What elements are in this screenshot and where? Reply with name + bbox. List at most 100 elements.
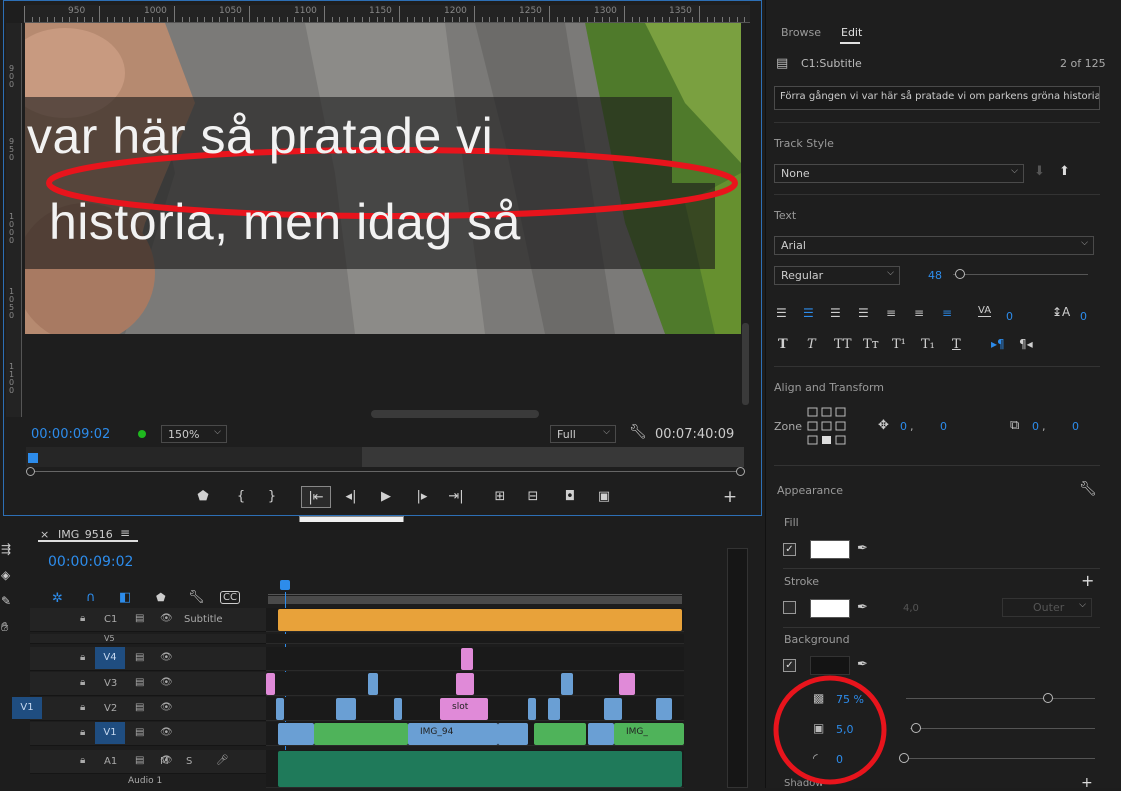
plus-icon[interactable]: + — [719, 486, 741, 508]
bg-corner-slider-knob[interactable] — [899, 753, 909, 763]
track-row-v2[interactable]: slot — [266, 697, 684, 721]
add-shadow-icon[interactable]: + — [1081, 775, 1093, 791]
tracking-value[interactable]: 0 — [1006, 310, 1013, 323]
align-center-icon[interactable]: ☰ — [803, 306, 814, 320]
clip[interactable] — [528, 698, 536, 720]
wrench-icon[interactable]: 🔧︎ — [188, 590, 205, 605]
play-icon[interactable]: ▶ — [375, 486, 397, 508]
camera-icon[interactable]: ◘ — [559, 486, 581, 508]
track-header-v4[interactable]: 🔒︎ V4 ▤ 👁︎ — [30, 647, 266, 671]
justify-icon[interactable]: ☰ — [858, 306, 869, 320]
zoom-handle-right[interactable] — [736, 467, 745, 476]
snap-icon[interactable]: ∩ — [86, 590, 96, 605]
zone-grid-icon[interactable] — [807, 407, 847, 447]
clip[interactable] — [394, 698, 402, 720]
track-row-v5[interactable] — [266, 634, 684, 644]
eye-icon[interactable]: 👁︎ — [160, 677, 173, 688]
source-patch-v1[interactable]: V1 — [12, 697, 42, 719]
zoom-dropdown[interactable]: 150% ⌵ — [161, 425, 227, 443]
lift-icon[interactable]: ⊞ — [489, 486, 511, 508]
track-style-dropdown[interactable]: None ⌵ — [774, 164, 1024, 183]
track-header-v3[interactable]: 🔒︎ V3 ▤ 👁︎ — [30, 672, 266, 696]
timeline-timecode[interactable]: 00:00:09:02 — [48, 554, 133, 570]
linked-selection-icon[interactable]: ◧ — [119, 590, 131, 605]
position-x[interactable]: 0 — [900, 420, 907, 433]
hand-icon[interactable]: ✋︎ — [1, 620, 8, 635]
quality-dropdown[interactable]: Full ⌵ — [550, 425, 616, 443]
superscript-icon[interactable]: T¹ — [892, 337, 906, 352]
captions-icon[interactable]: CC — [220, 591, 240, 604]
font-size-value[interactable]: 48 — [928, 269, 942, 282]
track-header-v5[interactable]: V5 — [30, 634, 266, 644]
align-middle-icon[interactable]: ≡ — [914, 306, 924, 320]
tab-edit[interactable]: Edit — [841, 26, 862, 39]
underline-icon[interactable]: T — [952, 337, 961, 352]
eye-icon[interactable]: 👁︎ — [160, 702, 173, 713]
ltr-icon[interactable]: ▸¶ — [991, 337, 1005, 351]
eyedropper-icon[interactable]: ✒︎ — [857, 600, 868, 615]
clip[interactable] — [266, 673, 275, 695]
add-stroke-icon[interactable]: + — [1081, 571, 1094, 590]
scale-x[interactable]: 0 — [1032, 420, 1039, 433]
wrench-icon[interactable]: 🔧︎ — [629, 424, 647, 440]
toggle-output-icon[interactable]: ▤ — [135, 727, 144, 738]
bg-corner-slider-track[interactable] — [904, 758, 1095, 759]
pen-icon[interactable]: ✎ — [1, 594, 11, 608]
toggle-output-icon[interactable]: ▤ — [135, 677, 144, 688]
stroke-checkbox[interactable] — [783, 601, 796, 614]
lock-icon[interactable]: 🔒︎ — [80, 702, 85, 713]
playhead-timecode[interactable]: 00:00:09:02 — [31, 427, 110, 442]
clip[interactable] — [456, 673, 474, 695]
zoom-handle-left[interactable] — [26, 467, 35, 476]
track-label-a1[interactable]: A1 — [104, 756, 117, 767]
go-to-in-icon[interactable]: |⇤ — [301, 486, 331, 508]
clip[interactable] — [278, 609, 682, 631]
lock-icon[interactable]: 🔒︎ — [80, 613, 85, 624]
step-back-icon[interactable]: ◂| — [340, 486, 362, 508]
nest-icon[interactable]: ✲ — [52, 591, 63, 606]
italic-icon[interactable]: T — [807, 337, 816, 352]
font-family-dropdown[interactable]: Arial ⌵ — [774, 236, 1094, 255]
track-label-v2[interactable]: V2 — [104, 703, 117, 714]
video-frame[interactable]: var här så pratade vi historia, men idag… — [25, 23, 741, 334]
bold-icon[interactable]: T — [778, 337, 788, 352]
font-size-slider-track[interactable] — [953, 274, 1088, 275]
menu-icon[interactable]: ≡ — [120, 526, 130, 540]
marker-icon[interactable]: ⬟ — [192, 486, 214, 508]
track-header-a1[interactable]: 🔒︎ A1 ▤ 👁︎ Audio 1 M S 🎤︎ — [30, 750, 266, 786]
clip[interactable] — [656, 698, 672, 720]
work-area-bar[interactable] — [268, 596, 682, 604]
eyedropper-icon[interactable]: ✒︎ — [857, 657, 868, 672]
eyedropper-icon[interactable]: ✒︎ — [857, 541, 868, 556]
caption-text-field[interactable]: Förra gången vi var här så pratade vi om… — [774, 86, 1100, 110]
tab-browse[interactable]: Browse — [781, 26, 821, 39]
scale-y[interactable]: 0 — [1072, 420, 1079, 433]
track-header-c1[interactable]: 🔒︎ C1 ▤ 👁︎ Subtitle — [30, 608, 266, 632]
clip[interactable] — [461, 648, 473, 670]
align-bottom-icon[interactable]: ≡ — [942, 306, 952, 320]
eye-icon[interactable]: 👁︎ — [160, 652, 173, 663]
eye-icon[interactable]: 👁︎ — [160, 727, 173, 738]
clip[interactable] — [368, 673, 378, 695]
toggle-output-icon[interactable]: ▤ — [135, 702, 144, 713]
clip[interactable] — [276, 698, 284, 720]
clip[interactable] — [498, 723, 528, 745]
eye-icon[interactable]: 👁︎ — [160, 613, 173, 624]
lock-icon[interactable]: 🔒︎ — [80, 727, 85, 738]
zoom-scrollbar[interactable] — [26, 467, 745, 476]
rtl-icon[interactable]: ¶◂ — [1019, 337, 1033, 351]
small-caps-icon[interactable]: Tᴛ — [863, 337, 879, 352]
time-ruler[interactable] — [268, 580, 682, 606]
clip[interactable] — [534, 723, 586, 745]
track-row-v1[interactable]: IMG_94 IMG_ — [266, 722, 684, 746]
font-size-slider-knob[interactable] — [954, 269, 965, 279]
position-y[interactable]: 0 — [940, 420, 947, 433]
wrench-icon[interactable]: 🔧︎ — [1079, 481, 1097, 497]
add-marker-icon[interactable]: ⬟ — [156, 591, 166, 604]
align-right-icon[interactable]: ☰ — [830, 306, 841, 320]
align-left-icon[interactable]: ☰ — [776, 306, 787, 320]
clip[interactable] — [561, 673, 573, 695]
clip[interactable]: slot — [440, 698, 488, 720]
extract-icon[interactable]: ⊟ — [522, 486, 544, 508]
vertical-scrollbar[interactable] — [742, 323, 749, 405]
